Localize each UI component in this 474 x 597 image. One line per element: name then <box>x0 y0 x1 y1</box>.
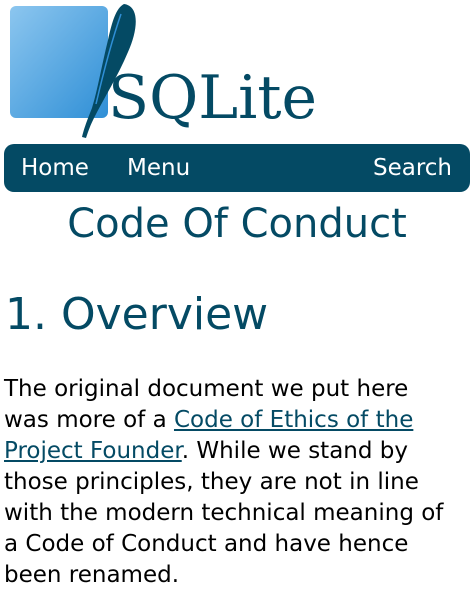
intro-line-5: with the modern technical meaning of <box>4 500 444 526</box>
nav-menu-link[interactable]: Menu <box>127 144 190 192</box>
sqlite-logo[interactable]: SQLite <box>0 0 340 140</box>
intro-line-3: Project Founder. While we stand by <box>4 436 466 467</box>
logo-wordmark: SQLite <box>108 63 317 133</box>
page-title: Code Of Conduct <box>67 201 407 247</box>
intro-line-2: was more of a Code of Ethics of the <box>4 405 466 436</box>
logo-box-shape <box>10 6 108 118</box>
intro-line-4: those principles, they are not in line <box>4 469 419 495</box>
top-nav-bar: Home Menu Search <box>4 144 470 192</box>
section-heading-overview: 1. Overview <box>5 284 268 346</box>
intro-line-6: a Code of Conduct and have hence <box>4 531 409 557</box>
section-title: Overview <box>60 289 269 340</box>
intro-text-before-link: was more of a <box>4 407 174 433</box>
intro-text-after-link: . While we stand by <box>181 438 408 464</box>
section-number: 1. <box>5 289 47 340</box>
intro-paragraph: The original document we put here was mo… <box>4 374 466 591</box>
sqlite-logo-graphic: SQLite <box>10 4 317 138</box>
code-of-ethics-link-part-2[interactable]: Project Founder <box>4 438 182 464</box>
intro-line-7: been renamed. <box>4 562 180 588</box>
nav-home-link[interactable]: Home <box>21 144 89 192</box>
nav-search-link[interactable]: Search <box>373 144 452 192</box>
intro-line-1: The original document we put here <box>4 376 409 402</box>
code-of-ethics-link-part-1[interactable]: Code of Ethics of the <box>174 407 413 433</box>
